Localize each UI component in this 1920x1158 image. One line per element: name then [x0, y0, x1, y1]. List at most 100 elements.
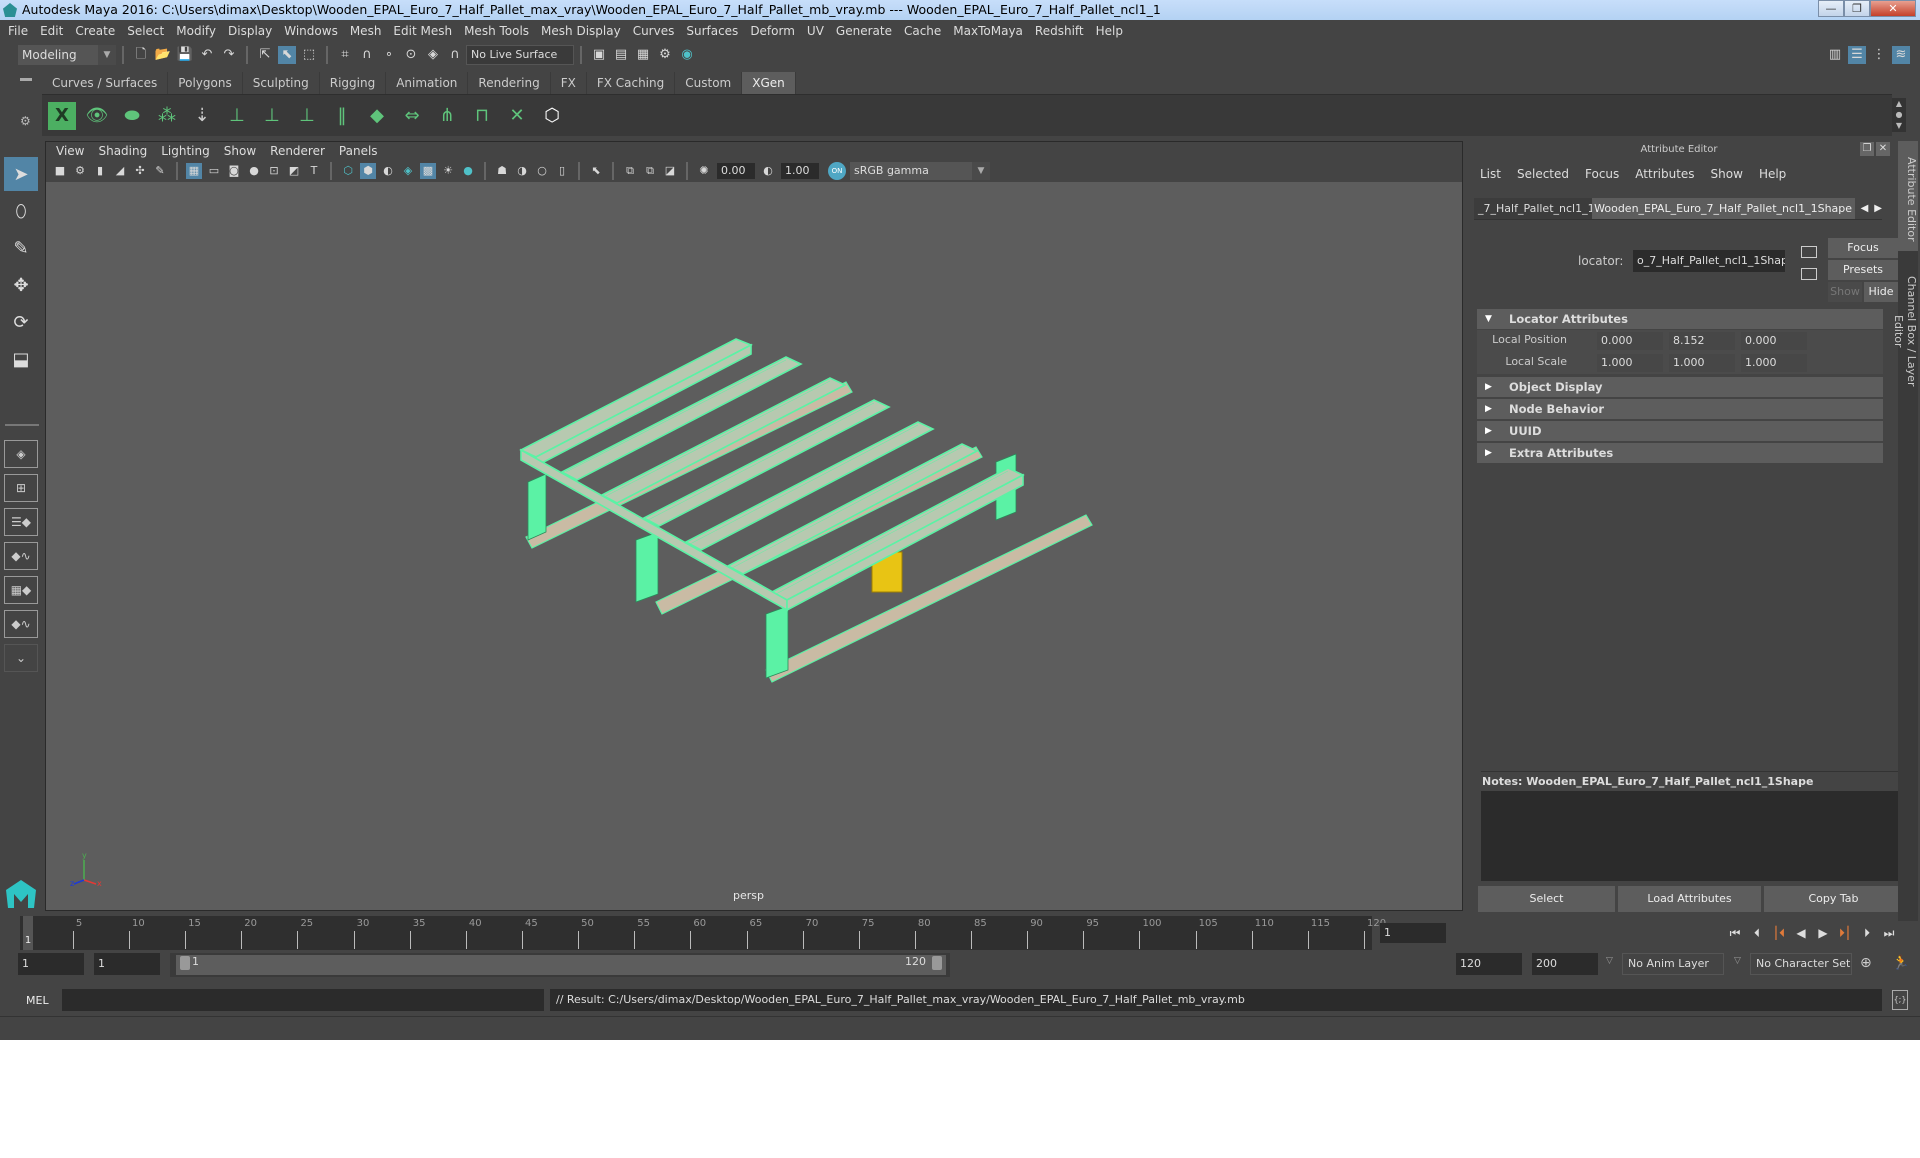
tab-sculpting[interactable]: Sculpting: [242, 72, 320, 94]
exposure-field[interactable]: 0.00: [717, 163, 755, 179]
menu-help[interactable]: Help: [1096, 24, 1123, 38]
create-description-icon[interactable]: ⁂: [153, 102, 181, 130]
convert-guides-icon[interactable]: ⇔: [398, 102, 426, 130]
go-to-start-icon[interactable]: ⏮: [1724, 923, 1746, 943]
ae-menu-list[interactable]: List: [1480, 167, 1501, 181]
snap-grid-icon[interactable]: ⌗: [336, 46, 354, 64]
ae-menu-selected[interactable]: Selected: [1517, 167, 1569, 181]
scale-tool-icon[interactable]: ⬓: [4, 342, 38, 376]
redo-icon[interactable]: ↷: [220, 46, 238, 64]
go-to-end-icon[interactable]: ⏭: [1878, 923, 1900, 943]
ae-menu-help[interactable]: Help: [1759, 167, 1786, 181]
animation-start-field[interactable]: 1: [18, 953, 84, 975]
menu-edit[interactable]: Edit: [40, 24, 63, 38]
current-frame-field[interactable]: 1: [1380, 923, 1446, 943]
step-back-key-icon[interactable]: ⏴: [1746, 923, 1768, 943]
channel-box-toggle-icon[interactable]: ≋: [1892, 46, 1910, 64]
gear-icon[interactable]: ⚙: [20, 114, 31, 128]
modeling-toolkit-icon[interactable]: ▥: [1826, 46, 1844, 64]
command-language-label[interactable]: MEL: [26, 994, 49, 1007]
maximize-button[interactable]: ❐: [1844, 0, 1870, 17]
copy-tab-button[interactable]: Copy Tab: [1764, 886, 1903, 912]
anti-aliasing-icon[interactable]: ○: [534, 163, 550, 179]
gamma-icon[interactable]: ◐: [760, 163, 776, 179]
select-hierarchy-icon[interactable]: ⇱: [256, 46, 274, 64]
node-name-field[interactable]: o_7_Half_Pallet_ncl1_1Shape: [1633, 250, 1785, 272]
safe-title-icon[interactable]: T: [306, 163, 322, 179]
menu-maxtomaya[interactable]: MaxToMaya: [953, 24, 1023, 38]
hypershade-icon[interactable]: ◉: [678, 46, 696, 64]
more-layouts-icon[interactable]: ⌄: [4, 644, 38, 672]
viewport-menu-panels[interactable]: Panels: [339, 144, 378, 158]
screen-space-ao-icon[interactable]: ☗: [494, 163, 510, 179]
anim-layer-dropdown[interactable]: No Anim Layer: [1622, 953, 1724, 975]
local-scale-z[interactable]: 1.000: [1741, 354, 1807, 372]
mode-dropdown[interactable]: Modeling ▼: [18, 45, 116, 65]
menu-redshift[interactable]: Redshift: [1035, 24, 1084, 38]
auto-key-icon[interactable]: ⊕: [1860, 955, 1872, 971]
snap-view-icon[interactable]: ◈: [424, 46, 442, 64]
color-management-toggle[interactable]: ON: [828, 162, 846, 180]
viewport-menu-renderer[interactable]: Renderer: [270, 144, 325, 158]
step-back-frame-icon[interactable]: ⎮⏴: [1768, 923, 1790, 943]
select-object-icon[interactable]: ⬉: [278, 46, 296, 64]
menu-display[interactable]: Display: [228, 24, 272, 38]
hypershade-persp-layout-icon[interactable]: ▦◆: [4, 576, 38, 604]
section-locator-attributes[interactable]: ▼ Locator Attributes: [1477, 309, 1883, 329]
menu-deform[interactable]: Deform: [750, 24, 795, 38]
shelf-menu-icon[interactable]: [20, 78, 32, 81]
lasso-tool-icon[interactable]: ⬯: [4, 194, 38, 228]
animation-end-field[interactable]: 200: [1532, 953, 1598, 975]
local-scale-x[interactable]: 1.000: [1597, 354, 1663, 372]
xgen-editor-icon[interactable]: X: [48, 101, 76, 130]
interactive-groom-icon[interactable]: ⋔: [433, 102, 461, 130]
load-output-icon[interactable]: [1801, 268, 1817, 280]
viewport-menu-lighting[interactable]: Lighting: [161, 144, 210, 158]
ipr-render-icon[interactable]: ▦: [634, 46, 652, 64]
ae-menu-attributes[interactable]: Attributes: [1635, 167, 1694, 181]
range-start-handle[interactable]: [180, 956, 190, 970]
menu-generate[interactable]: Generate: [836, 24, 892, 38]
save-scene-icon[interactable]: 💾: [176, 46, 194, 64]
close-panel-icon[interactable]: ✕: [1876, 142, 1890, 156]
focus-button[interactable]: Focus: [1828, 238, 1898, 258]
place-guides-icon[interactable]: ⇣: [188, 102, 216, 130]
time-slider[interactable]: 1 5 10 15 20 25 30 35 40 45 50 55 60 65 70 75 80 85 90 95 1…: [20, 916, 1386, 950]
tab-curves-surfaces[interactable]: Curves / Surfaces: [42, 72, 169, 94]
four-pane-layout-icon[interactable]: ⊞: [4, 474, 38, 502]
textured-icon[interactable]: ▩: [420, 163, 436, 179]
menu-mesh-display[interactable]: Mesh Display: [541, 24, 621, 38]
local-position-y[interactable]: 8.152: [1669, 332, 1735, 350]
render-settings-icon[interactable]: ⚙: [656, 46, 674, 64]
camera-attributes-icon[interactable]: ⚙: [72, 163, 88, 179]
new-scene-icon[interactable]: 🗋: [132, 46, 150, 64]
render-frame-icon[interactable]: ▣: [590, 46, 608, 64]
minimize-button[interactable]: —: [1818, 0, 1844, 17]
xray-icon[interactable]: ⧉: [622, 163, 638, 179]
groom-tool-icon[interactable]: ⊓: [468, 102, 496, 130]
tab-transform-node[interactable]: _7_Half_Pallet_ncl1_1: [1474, 198, 1592, 219]
presets-button[interactable]: Presets: [1828, 260, 1898, 280]
lights-icon[interactable]: ☀: [440, 163, 456, 179]
tool-settings-icon[interactable]: ⋮: [1870, 46, 1888, 64]
tab-next-icon[interactable]: ▶: [1874, 198, 1882, 219]
isolate-select-icon[interactable]: ⬉: [588, 163, 604, 179]
show-button[interactable]: Show: [1828, 282, 1862, 302]
delete-guides-icon[interactable]: ✕: [503, 102, 531, 130]
hide-xgen-icon[interactable]: ⬬: [118, 102, 146, 130]
viewport-menu-show[interactable]: Show: [224, 144, 256, 158]
smooth-shade-icon[interactable]: ⬢: [360, 163, 376, 179]
playback-end-field[interactable]: 120: [1456, 953, 1522, 975]
default-material-icon[interactable]: ◐: [380, 163, 396, 179]
grid-icon[interactable]: ▦: [186, 163, 202, 179]
paint-select-tool-icon[interactable]: ✎: [4, 231, 38, 265]
snap-curve-icon[interactable]: ∩: [358, 46, 376, 64]
load-attributes-button[interactable]: Load Attributes: [1618, 886, 1761, 912]
undo-icon[interactable]: ↶: [198, 46, 216, 64]
gate-mask-icon[interactable]: ●: [246, 163, 262, 179]
grease-pencil-icon[interactable]: ✎: [152, 163, 168, 179]
menu-modify[interactable]: Modify: [176, 24, 216, 38]
menu-mesh-tools[interactable]: Mesh Tools: [464, 24, 529, 38]
gamma-field[interactable]: 1.00: [781, 163, 819, 179]
film-gate-icon[interactable]: ▭: [206, 163, 222, 179]
